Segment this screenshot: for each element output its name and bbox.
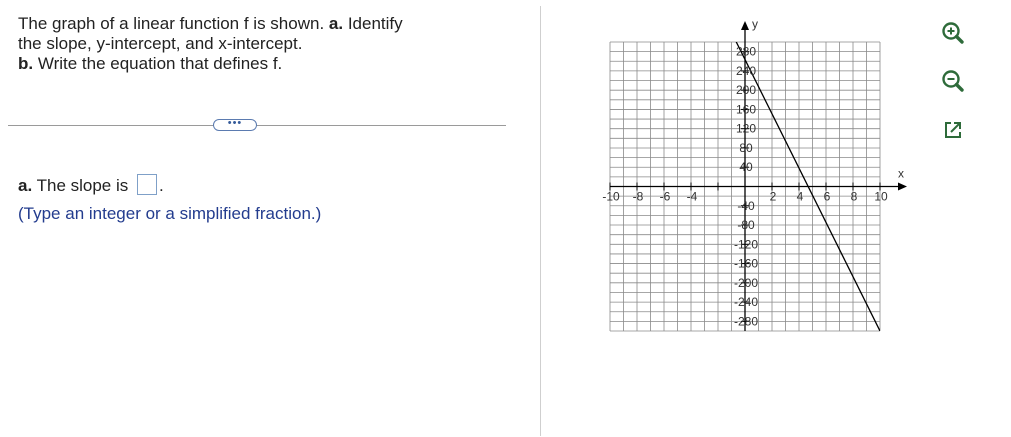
- answer-instruction: (Type an integer or a simplified fractio…: [18, 204, 322, 223]
- y-tick-label: 80: [739, 141, 753, 155]
- y-tick-label: 120: [736, 122, 756, 136]
- y-tick-label: -120: [734, 237, 758, 251]
- x-axis-label: x: [898, 167, 904, 181]
- x-tick-label: -10: [602, 190, 620, 204]
- part-a-label: a.: [18, 176, 33, 195]
- y-tick-label: 240: [736, 64, 756, 78]
- question-line-1-suffix: Identify: [343, 14, 403, 33]
- question-line-2: the slope, y-intercept, and x-intercept.: [18, 34, 303, 53]
- section-divider: [8, 125, 506, 126]
- y-tick-label: 40: [739, 160, 753, 174]
- question-line-3-text: Write the equation that defines f.: [33, 54, 283, 73]
- x-tick-label: 6: [824, 190, 831, 204]
- question-line-3: b. Write the equation that defines f.: [18, 54, 498, 74]
- zoom-out-icon: [942, 70, 964, 92]
- x-tick-label: 10: [874, 190, 888, 204]
- slope-prompt-text: The slope is: [32, 176, 133, 195]
- y-tick-label: 160: [736, 102, 756, 116]
- question-text: The graph of a linear function f is show…: [18, 14, 498, 74]
- slope-prompt-period: .: [158, 176, 164, 195]
- part-a-marker: a.: [328, 14, 344, 33]
- y-tick-label: 200: [736, 83, 756, 97]
- part-a-prompt: a. The slope is .: [18, 174, 164, 198]
- y-axis-arrow: [741, 21, 749, 30]
- function-graph: -10 -8 -6 -4 2 4 6 8 10 -280 -240 -200 -160 -120 -80 -4…: [602, 17, 907, 332]
- x-tick-label: -6: [660, 190, 671, 204]
- y-tick-label: -240: [734, 295, 758, 309]
- x-tick-label: 4: [797, 190, 804, 204]
- graph-labels: -10 -8 -6 -4 2 4 6 8 10 -280 -240 -200 -160 -120 -80 -4…: [602, 17, 904, 328]
- x-axis-arrow: [898, 182, 907, 191]
- part-b-marker: b.: [18, 54, 34, 73]
- y-tick-label: -80: [737, 218, 755, 232]
- popout-button[interactable]: [940, 117, 966, 143]
- x-tick-label: -8: [633, 190, 644, 204]
- more-button[interactable]: •••: [213, 118, 257, 131]
- zoom-in-button[interactable]: [940, 20, 966, 46]
- question-line-1-text: The graph of a linear function f is show…: [18, 14, 329, 33]
- question-line-1: The graph of a linear function f is show…: [18, 14, 498, 34]
- x-tick-label: -4: [687, 190, 698, 204]
- popout-icon: [945, 122, 961, 138]
- slope-answer-input[interactable]: [136, 174, 157, 196]
- zoom-in-icon: [942, 22, 964, 44]
- y-axis-label: y: [752, 17, 758, 31]
- y-tick-label: -200: [734, 276, 758, 290]
- x-tick-label: 8: [851, 190, 858, 204]
- zoom-out-button[interactable]: [940, 68, 966, 94]
- x-tick-label: 2: [770, 190, 777, 204]
- question-pane: The graph of a linear function f is show…: [0, 0, 520, 437]
- y-tick-label: -160: [734, 257, 758, 271]
- y-tick-label: 280: [736, 45, 756, 59]
- y-tick-label: -40: [737, 199, 755, 213]
- pane-divider: [540, 6, 541, 436]
- y-tick-label: -280: [734, 314, 758, 328]
